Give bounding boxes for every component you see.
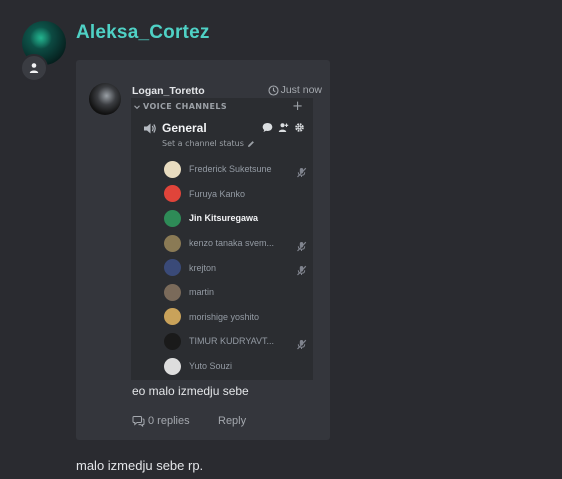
member-name: TIMUR KUDRYAVT... [189,336,275,347]
member-avatar [164,185,181,203]
avatar-glow [30,27,52,49]
reply-button[interactable]: Reply [218,415,246,427]
voice-member[interactable]: Yuto Souzi [164,354,309,379]
voice-member[interactable]: TIMUR KUDRYAVT... [164,329,309,354]
clock-icon [268,84,279,96]
replies-link[interactable]: 0 replies [132,415,190,427]
member-avatar [164,283,181,301]
channel-actions [262,122,305,133]
member-name: Furuya Kanko [189,188,246,199]
add-member-icon [278,123,289,132]
muted-mic-icon [296,163,307,182]
channel-status: Set a channel status [162,139,255,148]
voice-members-list: Frederick Suketsune Furuya Kanko Jin Kit… [164,157,309,378]
member-avatar [164,332,181,350]
voice-member[interactable]: morishige yoshito [164,305,309,330]
embed-author-name[interactable]: Logan_Toretto [132,85,205,97]
channel-status-text: Set a channel status [162,139,244,148]
message-author-name[interactable]: Aleksa_Cortez [76,22,210,44]
member-name: Frederick Suketsune [189,164,272,175]
chat-bubble-icon [262,123,273,132]
voice-channel-screenshot[interactable]: VOICE CHANNELS + General Set a channel s… [131,98,313,380]
member-name: Jin Kitsuregawa [189,213,259,224]
member-avatar [164,234,181,252]
gear-icon [295,123,304,132]
member-name: martin [189,287,215,298]
member-name: krejton [189,262,217,273]
muted-mic-icon [296,237,307,256]
voice-member[interactable]: kenzo tanaka svem... [164,231,309,256]
member-name: kenzo tanaka svem... [189,238,275,249]
member-avatar [164,259,181,277]
muted-mic-icon [296,335,307,354]
member-name: Yuto Souzi [189,361,233,372]
voice-member[interactable]: martin [164,280,309,305]
voice-member[interactable]: krejton [164,255,309,280]
user-role-badge [20,54,48,82]
embed-author-avatar[interactable] [89,83,121,115]
embed-message-text: eo malo izmedju sebe [132,384,249,398]
member-avatar [164,209,181,227]
voice-channel-row: General [143,121,207,135]
voice-channel-name: General [162,121,207,135]
user-icon [29,63,39,73]
plus-icon: + [292,99,303,114]
muted-mic-icon [296,261,307,280]
speech-bubble-icon [132,416,145,427]
speaker-icon [144,123,156,133]
embed-timestamp: Just now [268,84,322,96]
voice-member[interactable]: Frederick Suketsune [164,157,309,182]
embedded-message-card: Logan_Toretto Just now VOICE CHANNELS + … [76,60,330,440]
timestamp-text: Just now [280,84,322,96]
voice-channels-label: VOICE CHANNELS [143,102,228,111]
voice-member[interactable]: Furuya Kanko [164,182,309,207]
member-avatar [164,160,181,178]
member-name: morishige yoshito [189,311,260,322]
voice-channels-header: VOICE CHANNELS [133,102,227,111]
chevron-down-icon [134,104,140,109]
replies-count: 0 replies [148,415,190,427]
voice-member[interactable]: Jin Kitsuregawa [164,206,309,231]
pencil-icon [247,140,254,147]
member-avatar [164,357,181,375]
member-avatar [164,308,181,326]
message-body-text: malo izmedju sebe rp. [76,458,204,473]
